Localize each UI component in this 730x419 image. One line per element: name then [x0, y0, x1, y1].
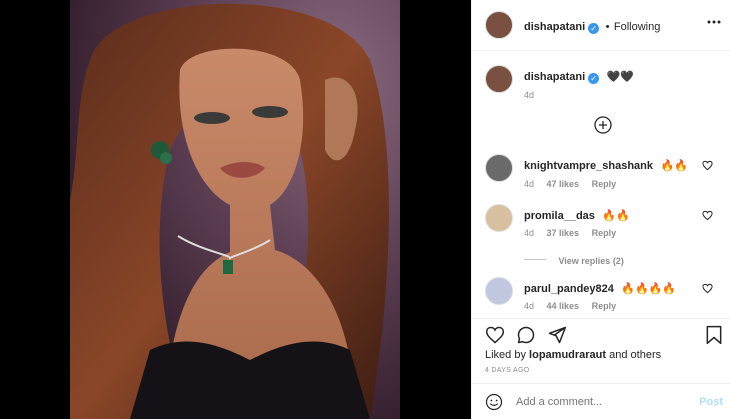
comment-likes[interactable]: 44 likes — [547, 301, 580, 311]
view-replies-button[interactable]: View replies (2) — [524, 251, 624, 269]
comment-time: 4d — [524, 228, 535, 238]
post-image[interactable] — [70, 0, 400, 419]
post-comment-button[interactable]: Post — [699, 396, 723, 408]
following-button[interactable]: Following — [614, 21, 660, 33]
bookmark-icon[interactable] — [705, 325, 723, 345]
smiley-icon[interactable] — [485, 393, 503, 411]
caption-text: 🖤🖤 — [606, 71, 634, 83]
post-timestamp: 4 DAYS AGO — [485, 367, 530, 374]
header-username[interactable]: dishapatani — [524, 21, 585, 33]
photo-backdrop — [0, 0, 471, 419]
caption-time: 4d — [524, 90, 535, 100]
likes-summary: Liked by lopamudraraut and others — [485, 349, 661, 361]
comment-icon[interactable] — [516, 325, 536, 345]
heart-icon[interactable] — [485, 325, 505, 345]
avatar[interactable] — [485, 277, 513, 305]
comment-username[interactable]: parul_pandey824 — [524, 283, 614, 295]
more-options-icon[interactable] — [707, 15, 721, 29]
avatar[interactable] — [485, 65, 513, 93]
caption-username[interactable]: dishapatani — [524, 71, 585, 83]
post-details-panel: dishapatani ✓ • Following dishapatani ✓ 🖤🖤… — [471, 0, 730, 419]
like-comment-heart-icon[interactable] — [702, 160, 713, 171]
view-replies-label: View replies (2) — [558, 256, 624, 266]
comment-item: knightvampre_shashank 🔥🔥 4d 47 likes Rep… — [472, 150, 730, 195]
post-photo-illustration — [70, 0, 400, 419]
post-header: dishapatani ✓ • Following — [472, 0, 730, 50]
reply-button[interactable]: Reply — [592, 228, 617, 238]
comment-time: 4d — [524, 301, 535, 311]
caption: dishapatani ✓ 🖤🖤 4d — [472, 50, 730, 110]
verified-badge-icon: ✓ — [588, 23, 600, 34]
avatar[interactable] — [485, 204, 513, 232]
likes-suffix[interactable]: and others — [609, 349, 661, 361]
liked-by-user[interactable]: lopamudraraut — [529, 349, 606, 361]
like-comment-heart-icon[interactable] — [702, 283, 713, 294]
comment-text: 🔥🔥🔥🔥 — [621, 283, 677, 295]
comment-username[interactable]: promila__das — [524, 210, 595, 222]
comment-time: 4d — [524, 179, 535, 189]
comment-likes[interactable]: 47 likes — [547, 179, 580, 189]
reply-button[interactable]: Reply — [592, 301, 617, 311]
header-separator: • — [605, 21, 610, 33]
like-comment-heart-icon[interactable] — [702, 210, 713, 221]
add-comment-input[interactable] — [516, 393, 686, 411]
reply-button[interactable]: Reply — [592, 179, 617, 189]
comment-text: 🔥🔥 — [660, 160, 688, 172]
load-more-comments-icon[interactable] — [594, 116, 612, 134]
avatar[interactable] — [485, 154, 513, 182]
comment-username[interactable]: knightvampre_shashank — [524, 160, 653, 172]
likes-prefix: Liked by — [485, 349, 526, 361]
send-icon[interactable] — [547, 325, 567, 345]
comment-text: 🔥🔥 — [602, 210, 630, 222]
verified-badge-icon: ✓ — [588, 73, 600, 84]
avatar[interactable] — [485, 11, 513, 39]
add-comment-bar: Post — [472, 383, 730, 419]
comment-item: parul_pandey824 🔥🔥🔥🔥 4d 44 likes Reply — [472, 273, 730, 318]
replies-line — [524, 259, 546, 261]
comment-item: promila__das 🔥🔥 4d 37 likes Reply View r… — [472, 200, 730, 270]
action-bar — [472, 318, 730, 350]
comment-likes[interactable]: 37 likes — [547, 228, 580, 238]
